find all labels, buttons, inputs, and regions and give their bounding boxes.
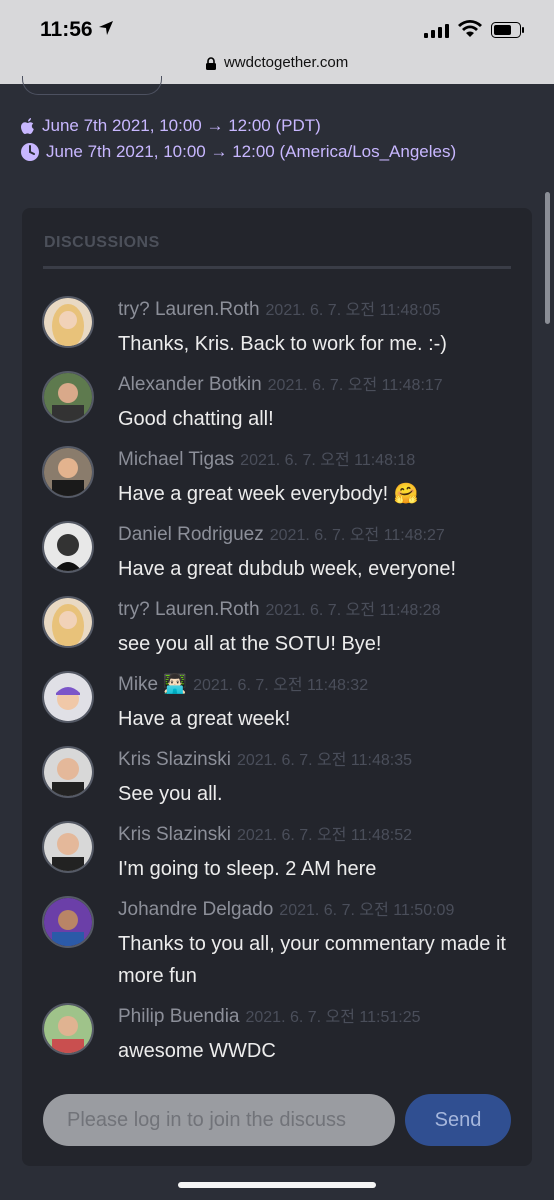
discussions-title: DISCUSSIONS <box>44 234 160 251</box>
message-text: awesome WWDC <box>118 1040 276 1062</box>
message-timestamp: 2021. 6. 7. 오전 11:48:17 <box>267 377 443 394</box>
avatar[interactable] <box>42 746 94 798</box>
event-date-pdt: June 7th 2021, 10:00 → 12:00 (PDT) <box>20 116 321 136</box>
message-timestamp: 2021. 6. 7. 오전 11:48:35 <box>236 752 413 769</box>
message-author: Philip Buendia 2021. 6. 7. 오전 11:51:25 <box>118 1003 421 1028</box>
cellular-signal-icon <box>424 24 449 38</box>
avatar[interactable] <box>42 1003 94 1055</box>
message-author: Mike 👨🏻‍💻 2021. 6. 7. 오전 11:48:32 <box>118 671 368 696</box>
message-timestamp: 2021. 6. 7. 오전 11:48:05 <box>265 302 441 319</box>
scrolled-button-edge <box>22 76 162 95</box>
clock-icon <box>21 143 39 161</box>
date-pdt-text: June 7th 2021, 10:00 → 12:00 (PDT) <box>42 116 321 135</box>
message-text: Thanks to you all, your commentary made … <box>118 933 506 987</box>
wifi-icon <box>458 20 482 37</box>
message-author: Daniel Rodriguez 2021. 6. 7. 오전 11:48:27 <box>118 521 445 546</box>
author-name: try? Lauren.Roth <box>118 299 260 320</box>
location-arrow-icon <box>99 21 113 35</box>
message-author: Kris Slazinski 2021. 6. 7. 오전 11:48:35 <box>118 746 412 771</box>
message-author: try? Lauren.Roth 2021. 6. 7. 오전 11:48:28 <box>118 596 441 621</box>
message-author: Kris Slazinski 2021. 6. 7. 오전 11:48:52 <box>118 821 412 846</box>
message-text: See you all. <box>118 783 223 805</box>
chat-input[interactable] <box>43 1094 395 1146</box>
message-timestamp: 2021. 6. 7. 오전 11:48:52 <box>236 827 413 844</box>
message-timestamp: 2021. 6. 7. 오전 11:48:28 <box>265 602 441 619</box>
send-button[interactable]: Send <box>405 1094 511 1146</box>
url-text: wwdctogether.com <box>223 54 349 71</box>
chat-input-container <box>43 1094 395 1146</box>
author-name: Alexander Botkin <box>118 374 262 395</box>
message-timestamp: 2021. 6. 7. 오전 11:48:18 <box>240 452 416 469</box>
message-timestamp: 2021. 6. 7. 오전 11:48:32 <box>193 677 369 694</box>
message-author: Michael Tigas 2021. 6. 7. 오전 11:48:18 <box>118 446 415 471</box>
discussions-panel: DISCUSSIONS try? Lauren.Roth 2021. 6. 7. … <box>22 208 532 1166</box>
status-time: 11:56 <box>40 18 93 41</box>
page-scrollbar[interactable] <box>545 192 550 324</box>
home-indicator <box>178 1182 376 1188</box>
event-date-local: June 7th 2021, 10:00 → 12:00 (America/Lo… <box>20 142 456 162</box>
message-text: Have a great week! <box>118 708 291 730</box>
apple-icon <box>21 118 34 134</box>
message-timestamp: 2021. 6. 7. 오전 11:50:09 <box>279 902 455 919</box>
author-name: try? Lauren.Roth <box>118 599 260 620</box>
status-bar: 11:56 wwdctogether.com <box>0 0 554 84</box>
message-text: Have a great week everybody! 🤗 <box>118 483 419 505</box>
message-timestamp: 2021. 6. 7. 오전 11:51:25 <box>245 1009 421 1026</box>
message-text: see you all at the SOTU! Bye! <box>118 633 382 655</box>
message-author: try? Lauren.Roth 2021. 6. 7. 오전 11:48:05 <box>118 296 441 321</box>
message-text: Good chatting all! <box>118 408 274 430</box>
author-name: Mike 👨🏻‍💻 <box>118 674 188 695</box>
message-timestamp: 2021. 6. 7. 오전 11:48:27 <box>269 527 445 544</box>
message-text: Have a great dubdub week, everyone! <box>118 558 456 580</box>
author-name: Kris Slazinski <box>118 824 231 845</box>
avatar[interactable] <box>42 446 94 498</box>
message-text: I'm going to sleep. 2 AM here <box>118 858 377 880</box>
divider <box>43 266 511 269</box>
date-local-text: June 7th 2021, 10:00 → 12:00 (America/Lo… <box>46 142 457 161</box>
author-name: Kris Slazinski <box>118 749 231 770</box>
author-name: Philip Buendia <box>118 1006 240 1027</box>
avatar[interactable] <box>42 896 94 948</box>
avatar[interactable] <box>42 296 94 348</box>
author-name: Johandre Delgado <box>118 899 274 920</box>
avatar[interactable] <box>42 671 94 723</box>
avatar[interactable] <box>42 371 94 423</box>
avatar[interactable] <box>42 596 94 648</box>
avatar[interactable] <box>42 821 94 873</box>
author-name: Daniel Rodriguez <box>118 524 264 545</box>
avatar[interactable] <box>42 521 94 573</box>
address-bar[interactable]: wwdctogether.com <box>0 54 554 71</box>
message-text: Thanks, Kris. Back to work for me. :-) <box>118 333 447 355</box>
author-name: Michael Tigas <box>118 449 235 470</box>
battery-icon <box>491 22 524 38</box>
lock-icon <box>205 56 216 70</box>
message-author: Johandre Delgado 2021. 6. 7. 오전 11:50:09 <box>118 896 454 921</box>
message-author: Alexander Botkin 2021. 6. 7. 오전 11:48:17 <box>118 371 443 396</box>
